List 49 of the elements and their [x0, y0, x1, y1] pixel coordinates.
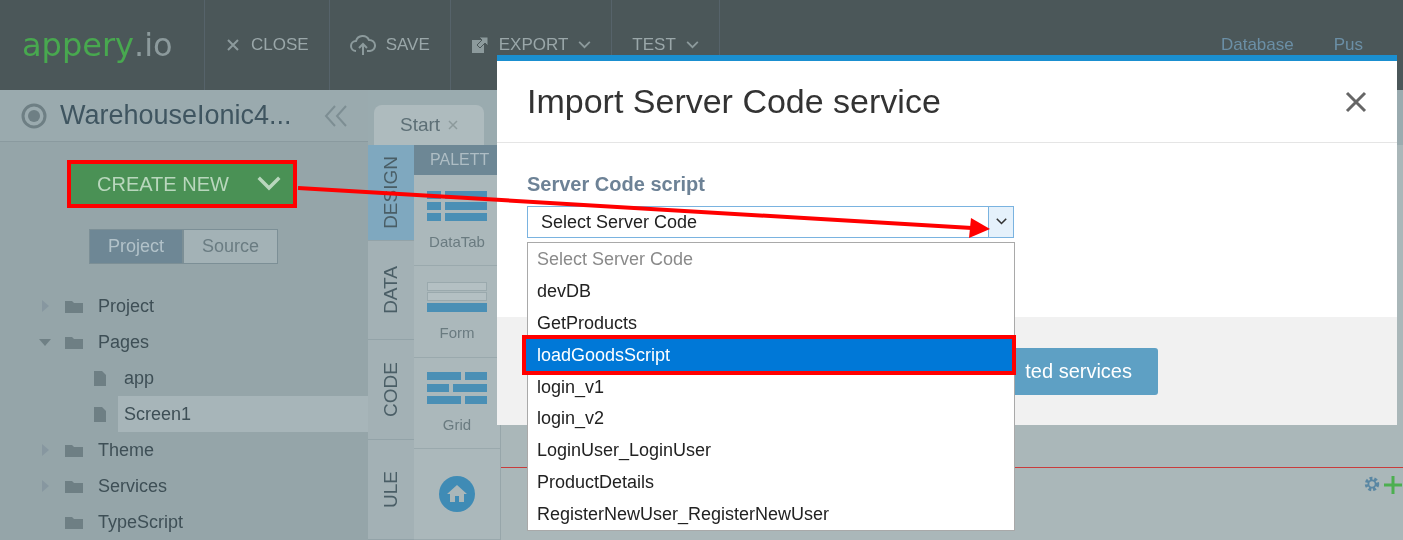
nav-link[interactable]: Pus: [1333, 35, 1363, 55]
nav-link[interactable]: Database: [1220, 35, 1294, 55]
close-icon[interactable]: [1345, 90, 1367, 113]
view-toggle[interactable]: Source: [183, 229, 279, 264]
caret-down-icon[interactable]: [39, 338, 51, 346]
chevron-down-icon: [257, 176, 281, 192]
table-thumbnail-icon: [427, 190, 487, 221]
editor-tab[interactable]: Start: [374, 105, 485, 145]
chevron-down-icon: [995, 218, 1007, 226]
page-icon: [93, 405, 107, 423]
palette-item-label[interactable]: Form: [439, 323, 475, 341]
palette-item-label[interactable]: DataTab: [429, 232, 485, 250]
palette-header: PALETT: [414, 145, 500, 176]
tree-item[interactable]: Pages: [92, 324, 368, 360]
field-label: Server Code script: [527, 173, 706, 196]
project-title: WarehouseIonic4...: [60, 100, 293, 131]
view-toggle[interactable]: Project: [89, 229, 184, 264]
tree-item[interactable]: TypeScript: [92, 504, 368, 540]
plus-icon[interactable]: [1383, 475, 1403, 495]
folder-icon: [65, 443, 83, 457]
folder-icon: [65, 335, 83, 349]
close-icon: [225, 37, 241, 53]
tree-item[interactable]: Screen1: [118, 396, 368, 432]
tree-item[interactable]: Services: [92, 468, 368, 504]
page-icon: [93, 369, 107, 387]
dropdown-option[interactable]: ProductDetails: [528, 466, 1014, 499]
tree-item[interactable]: Project: [92, 288, 368, 324]
folder-icon: [65, 479, 83, 493]
dropdown-option[interactable]: login_v2: [528, 402, 1014, 435]
home-icon: [439, 475, 475, 512]
folder-icon: [65, 515, 83, 529]
dropdown-option[interactable]: LoginUser_LoginUser: [528, 434, 1014, 467]
dropdown-option[interactable]: devDB: [528, 275, 1014, 308]
cloud-upload-icon: [349, 34, 376, 56]
dropdown-option[interactable]: Select Server Code: [528, 244, 1014, 276]
grid-icon: [427, 372, 487, 405]
dropdown-option[interactable]: RegisterNewUser_RegisterNewUser: [528, 498, 1014, 531]
folder-icon: [65, 299, 83, 313]
collapse-icon[interactable]: [324, 104, 348, 127]
create-new-button[interactable]: CREATE NEW: [71, 164, 293, 204]
ring-icon: [20, 101, 48, 130]
select-field[interactable]: Select Server Code: [527, 206, 1014, 238]
gear-icon[interactable]: [1363, 475, 1381, 493]
tree-item[interactable]: app: [118, 360, 368, 396]
export-icon: [470, 36, 489, 54]
tree-item[interactable]: Theme: [92, 432, 368, 468]
palette-item-label[interactable]: Grid: [442, 416, 472, 434]
dropdown-option[interactable]: loadGoodsScript: [522, 335, 1016, 376]
form-thumbnail-icon: [427, 281, 487, 312]
